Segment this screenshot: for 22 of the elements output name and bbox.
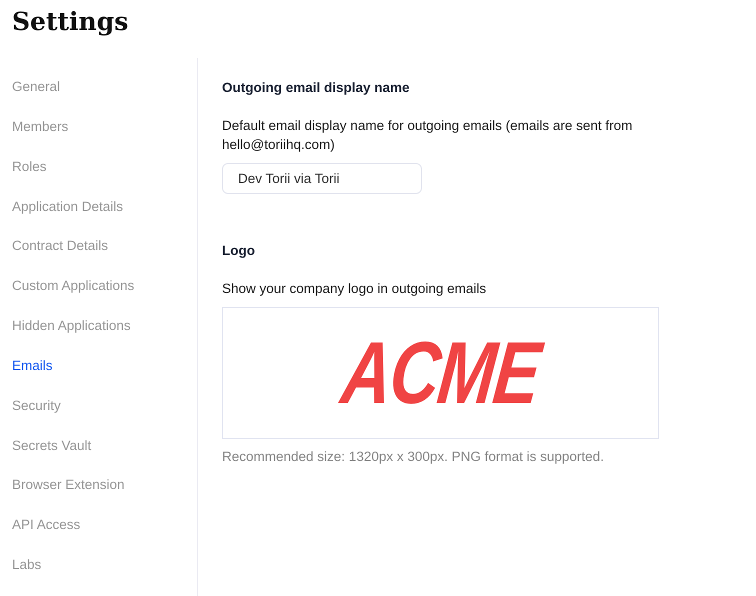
sidebar-item[interactable]: Browser Extension bbox=[0, 476, 137, 516]
sidebar-item[interactable]: Labs bbox=[0, 556, 54, 596]
sidebar-item[interactable]: Members bbox=[0, 118, 80, 158]
sidebar-item[interactable]: Roles bbox=[0, 158, 59, 198]
page-title: Settings bbox=[11, 6, 130, 38]
hint-text: Recommended size: 1320px x 300px. PNG format is supported. bbox=[222, 449, 604, 464]
sidebar-item[interactable]: Security bbox=[0, 396, 73, 437]
section-description: Show your company logo in outgoing emails bbox=[222, 280, 488, 298]
sidebar-item[interactable]: Custom Applications bbox=[0, 277, 146, 318]
sidebar-item[interactable]: Contract Details bbox=[0, 237, 120, 278]
section-heading: Logo bbox=[222, 242, 255, 260]
logo-upload-box[interactable]: ACME bbox=[222, 307, 659, 439]
sidebar-item[interactable]: API Access bbox=[0, 516, 92, 556]
sidebar-item[interactable]: Secrets Vault bbox=[0, 436, 104, 476]
display-name-field[interactable]: Dev Torii via Torii bbox=[222, 163, 422, 194]
sidebar-item[interactable]: Hidden Applications bbox=[0, 317, 143, 357]
company-logo: ACME bbox=[338, 338, 542, 408]
sidebar-item[interactable]: Emails bbox=[0, 356, 65, 397]
section-description: Default email display name for outgoing emails (emails are sent from hello@toriihq.com) bbox=[222, 117, 634, 154]
section-heading: Outgoing email display name bbox=[222, 79, 410, 97]
sidebar-item[interactable]: General bbox=[0, 78, 72, 118]
sidebar-item[interactable]: Application Details bbox=[0, 198, 136, 238]
